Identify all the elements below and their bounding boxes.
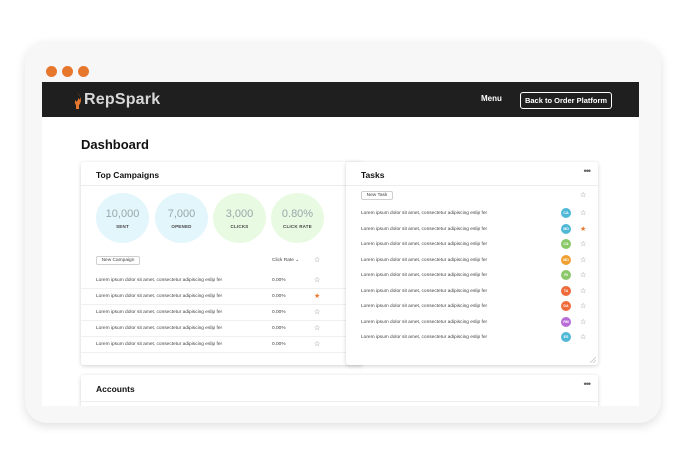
star-icon[interactable]: ☆ [314, 341, 320, 348]
avatar[interactable]: MD [561, 254, 571, 265]
star-icon[interactable]: ☆ [580, 272, 586, 279]
stat-label: SENT [116, 223, 129, 229]
resize-handle-icon[interactable] [590, 357, 596, 363]
window-controls [46, 66, 89, 77]
window-dot-maximize[interactable] [78, 66, 89, 77]
campaign-row[interactable]: Lorem ipsum dolor sit amet, consectetur … [81, 305, 363, 321]
task-text: Lorem ipsum dolor sit amet, consectetur … [361, 335, 488, 340]
chevron-down-icon: ⌄ [295, 258, 300, 263]
task-row[interactable]: Lorem ipsum dolor sit amet, consectetur … [346, 237, 598, 253]
campaign-name: Lorem ipsum dolor sit amet, consectetur … [96, 342, 223, 347]
avatar[interactable]: CA [561, 239, 571, 249]
stat-value: 3,000 [225, 207, 254, 220]
stat-circle: 3,000 CLICKS [213, 193, 266, 243]
campaign-name: Lorem ipsum dolor sit amet, consectetur … [96, 278, 223, 283]
star-icon[interactable]: ★ [314, 293, 320, 300]
click-rate-value: 0.00% [272, 310, 286, 315]
stat-value: 0.80% [281, 207, 314, 220]
task-text: Lorem ipsum dolor sit amet, consectetur … [361, 319, 488, 325]
click-rate-value: 0.00% [272, 342, 286, 347]
stat-circle: 7,000 OPENED [155, 193, 208, 243]
star-icon[interactable]: ☆ [580, 334, 586, 341]
stat-circle: 10,000 SENT [96, 193, 149, 243]
divider [346, 185, 598, 186]
star-icon[interactable]: ☆ [580, 192, 586, 199]
app-screen: RepSpark Menu Back to Order Platform Das… [42, 82, 639, 406]
avatar[interactable]: DA [561, 301, 571, 311]
star-icon[interactable]: ☆ [580, 288, 586, 295]
click-rate-value: 0.00% [272, 278, 286, 283]
avatar[interactable]: CA [561, 208, 571, 218]
star-icon[interactable]: ☆ [314, 257, 320, 264]
avatar[interactable]: ES [561, 332, 571, 342]
task-row[interactable]: Lorem ipsum dolor sit amet, consectetur … [346, 284, 598, 300]
logo-text: RepSpark [84, 91, 161, 108]
window-dot-minimize[interactable] [62, 66, 73, 77]
menu-link[interactable]: Menu [481, 94, 502, 103]
avatar[interactable]: MD [561, 223, 571, 234]
tasks-card: Tasks ••• New Task ☆ Lorem ipsum dolor s… [346, 162, 598, 365]
task-row[interactable]: Lorem ipsum dolor sit amet, consectetur … [346, 222, 598, 238]
task-row[interactable]: Lorem ipsum dolor sit amet, consectetur … [346, 253, 598, 269]
avatar[interactable]: TA [561, 285, 571, 296]
star-icon[interactable]: ☆ [580, 241, 586, 248]
accounts-card: Accounts ••• [81, 375, 598, 406]
page-title: Dashboard [81, 137, 149, 152]
campaign-row[interactable]: Lorem ipsum dolor sit amet, consectetur … [81, 273, 363, 289]
divider [81, 401, 598, 402]
click-rate-value: 0.00% [272, 294, 286, 299]
star-icon[interactable]: ☆ [314, 277, 320, 284]
task-text: Lorem ipsum dolor sit amet, consectetur … [361, 211, 488, 216]
divider [81, 185, 363, 186]
star-icon[interactable]: ★ [580, 226, 586, 233]
task-text: Lorem ipsum dolor sit amet, consectetur … [361, 288, 488, 294]
task-row[interactable]: Lorem ipsum dolor sit amet, consectetur … [346, 206, 598, 222]
avatar[interactable]: RM [561, 316, 571, 327]
task-text: Lorem ipsum dolor sit amet, consectetur … [361, 273, 488, 278]
task-text: Lorem ipsum dolor sit amet, consectetur … [361, 257, 488, 263]
sort-label: Click Rate [272, 258, 294, 263]
top-navbar: RepSpark Menu Back to Order Platform [42, 82, 639, 117]
stat-label: OPENED [171, 223, 192, 229]
campaign-row[interactable]: Lorem ipsum dolor sit amet, consectetur … [81, 289, 363, 305]
logo[interactable]: RepSpark [73, 91, 160, 109]
stat-value: 10,000 [105, 207, 140, 220]
window-dot-close[interactable] [46, 66, 57, 77]
card-title: Accounts [96, 384, 135, 394]
campaign-name: Lorem ipsum dolor sit amet, consectetur … [96, 310, 223, 315]
campaign-name: Lorem ipsum dolor sit amet, consectetur … [96, 294, 223, 299]
star-icon[interactable]: ☆ [314, 325, 320, 332]
avatar[interactable]: RI [561, 270, 571, 280]
back-to-order-platform-button[interactable]: Back to Order Platform [520, 92, 612, 109]
task-text: Lorem ipsum dolor sit amet, consectetur … [361, 304, 488, 309]
campaign-row[interactable]: Lorem ipsum dolor sit amet, consectetur … [81, 337, 363, 353]
task-row[interactable]: Lorem ipsum dolor sit amet, consectetur … [346, 268, 598, 284]
task-text: Lorem ipsum dolor sit amet, consectetur … [361, 226, 488, 232]
click-rate-value: 0.00% [272, 326, 286, 331]
task-row[interactable]: Lorem ipsum dolor sit amet, consectetur … [346, 330, 598, 346]
new-task-button[interactable]: New Task [361, 191, 393, 200]
more-options-icon[interactable]: ••• [584, 379, 592, 389]
task-row[interactable]: Lorem ipsum dolor sit amet, consectetur … [346, 315, 598, 331]
star-icon[interactable]: ☆ [580, 210, 586, 217]
stat-value: 7,000 [167, 207, 196, 220]
star-icon[interactable]: ☆ [580, 257, 586, 264]
new-campaign-button[interactable]: New Campaign [96, 256, 140, 265]
click-rate-sort[interactable]: Click Rate ⌄ [272, 258, 299, 263]
card-title: Top Campaigns [96, 170, 160, 180]
card-title: Tasks [361, 170, 385, 180]
task-text: Lorem ipsum dolor sit amet, consectetur … [361, 242, 488, 247]
stat-circle: 0.80% CLICK RATE [271, 193, 324, 243]
star-icon[interactable]: ☆ [580, 303, 586, 310]
stat-label: CLICKS [230, 223, 249, 229]
top-campaigns-card: Top Campaigns ••• 10,000SENT7,000OPENED3… [81, 162, 363, 365]
more-options-icon[interactable]: ••• [584, 166, 592, 176]
flame-icon [74, 91, 81, 109]
campaign-name: Lorem ipsum dolor sit amet, consectetur … [96, 326, 223, 331]
task-row[interactable]: Lorem ipsum dolor sit amet, consectetur … [346, 299, 598, 315]
stat-label: CLICK RATE [283, 223, 312, 229]
star-icon[interactable]: ☆ [314, 309, 320, 316]
star-icon[interactable]: ☆ [580, 319, 586, 326]
campaign-row[interactable]: Lorem ipsum dolor sit amet, consectetur … [81, 321, 363, 337]
